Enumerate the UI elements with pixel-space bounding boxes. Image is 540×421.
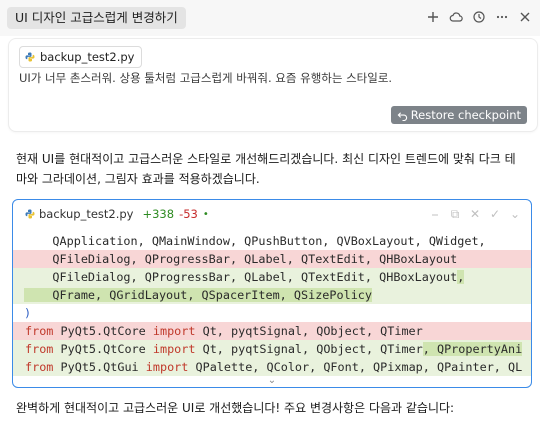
cloud-icon[interactable] [447,8,465,26]
top-bar: UI 디자인 고급스럽게 변경하기 [0,0,540,36]
keyword: import [152,324,196,338]
assistant-intro-line1: 현재 UI를 현대적이고 고급스러운 스타일로 개선해드리겠습니다. 최신 디자… [16,152,516,166]
python-file-icon [25,209,35,219]
code-added-segment: QFrame, QGridLayout, QSpacerItem, QSizeP… [24,288,373,302]
restore-checkpoint-label: Restore checkpoint [410,108,521,122]
user-message-card: backup_test2.py UI가 너무 촌스러워. 상용 툴처럼 고급스럽… [8,38,538,132]
code-text: ) [24,306,32,320]
keyword: from [25,342,54,356]
plus-icon[interactable] [424,8,442,26]
code-lines: QApplication, QMainWindow, QPushButton, … [13,232,531,376]
unsaved-dot: • [202,208,209,220]
keyword: import [152,342,196,356]
code-diff-header: backup_test2.py +338 -53 • ⎯ ⧉ ✕ ✓ ⌄ [13,200,531,228]
assistant-intro-line2: 마와 그라데이션, 그림자 효과를 적용하겠습니다. [16,171,260,186]
dropdown-icon[interactable]: ⌄ [509,207,521,222]
code-tools: ⎯ ⧉ ✕ ✓ ⌄ [429,207,521,222]
code-text: QFileDialog, QProgressBar, QLabel, QText… [24,270,458,284]
keyword: from [25,324,54,338]
user-message-text: UI가 너무 촌스러워. 상용 툴처럼 고급스럽게 바꿔줘. 요즘 유행하는 스… [19,71,393,85]
code-line-added: from PyQt5.QtCore import Qt, pyqtSignal,… [13,340,531,358]
reject-icon[interactable]: ✕ [469,207,481,222]
code-line-added: QFileDialog, QProgressBar, QLabel, QText… [13,268,531,286]
code-text: PyQt5.QtGui [53,360,146,374]
code-line-deleted: QFileDialog, QProgressBar, QLabel, QText… [13,250,531,268]
restore-checkpoint-button[interactable]: Restore checkpoint [390,106,527,124]
code-text: PyQt5.QtCore [53,324,153,338]
assistant-intro: 현재 UI를 현대적이고 고급스러운 스타일로 개선해드리겠습니다. 최신 디자… [16,150,534,189]
code-line-deleted: from PyQt5.QtCore import Qt, pyqtSignal,… [13,322,531,340]
copy-icon[interactable]: ⧉ [449,207,461,222]
code-line-context: QApplication, QMainWindow, QPushButton, … [24,234,486,248]
file-chip[interactable]: backup_test2.py [19,46,143,68]
collapse-icon[interactable]: ⎯ [429,207,441,222]
code-line-added: from PyQt5.QtGui import QPalette, QColor… [13,358,531,376]
code-added-segment: , [457,270,465,284]
accept-icon[interactable]: ✓ [489,207,501,222]
code-filename[interactable]: backup_test2.py [39,207,133,221]
keyword: import [145,360,189,374]
code-text: Qt, pyqtSignal, QObject, QTimer [195,342,423,356]
additions-count: +338 [142,207,175,221]
more-icon[interactable] [493,8,511,26]
code-added-segment: , QPropertyAni [422,342,523,356]
file-chip-label: backup_test2.py [40,50,135,64]
top-toolbar [424,8,534,26]
code-line-added: QFrame, QGridLayout, QSpacerItem, QSizeP… [13,286,531,304]
code-text: Qt, pyqtSignal, QObject, QTimer [195,324,423,338]
close-icon[interactable] [516,8,534,26]
assistant-outro: 완벽하게 현대적이고 고급스러운 UI로 개선했습니다! 주요 변경사항은 다음… [16,401,455,415]
code-text: QPalette, QColor, QFont, QPixmap, QPaint… [188,360,523,374]
code-text: PyQt5.QtCore [53,342,153,356]
expand-chevron-icon[interactable]: ⌄ [268,375,276,386]
undo-icon [397,111,407,121]
keyword: from [25,360,54,374]
code-line-context: ) [13,304,531,322]
chat-title[interactable]: UI 디자인 고급스럽게 변경하기 [7,7,186,29]
deletions-count: -53 [179,207,198,221]
python-file-icon [25,52,35,62]
code-diff-block[interactable]: backup_test2.py +338 -53 • ⎯ ⧉ ✕ ✓ ⌄ QAp… [12,199,532,388]
history-icon[interactable] [470,8,488,26]
